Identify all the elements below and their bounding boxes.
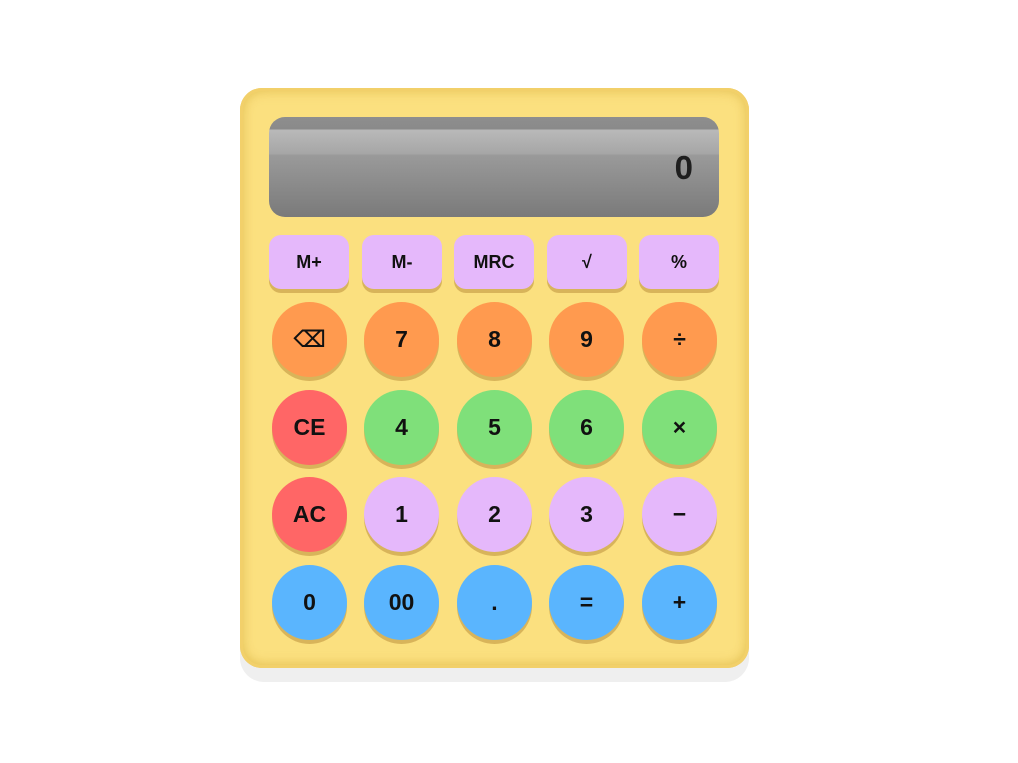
backspace-button[interactable]: ⌫ bbox=[272, 302, 347, 377]
add-button[interactable]: + bbox=[642, 565, 717, 640]
digit-5-button[interactable]: 5 bbox=[457, 390, 532, 465]
multiply-button[interactable]: × bbox=[642, 390, 717, 465]
digit-2-button[interactable]: 2 bbox=[457, 477, 532, 552]
digit-9-button[interactable]: 9 bbox=[549, 302, 624, 377]
all-clear-button[interactable]: AC bbox=[272, 477, 347, 552]
display-value: 0 bbox=[674, 149, 693, 186]
subtract-button[interactable]: − bbox=[642, 477, 717, 552]
digit-3-button[interactable]: 3 bbox=[549, 477, 624, 552]
digit-8-button[interactable]: 8 bbox=[457, 302, 532, 377]
double-zero-button[interactable]: 00 bbox=[364, 565, 439, 640]
memory-subtract-button[interactable]: M- bbox=[362, 235, 442, 289]
digit-6-button[interactable]: 6 bbox=[549, 390, 624, 465]
digit-1-button[interactable]: 1 bbox=[364, 477, 439, 552]
divide-button[interactable]: ÷ bbox=[642, 302, 717, 377]
square-root-button[interactable]: √ bbox=[547, 235, 627, 289]
digit-7-button[interactable]: 7 bbox=[364, 302, 439, 377]
decimal-point-button[interactable]: . bbox=[457, 565, 532, 640]
digit-0-button[interactable]: 0 bbox=[272, 565, 347, 640]
clear-entry-button[interactable]: CE bbox=[272, 390, 347, 465]
memory-add-button[interactable]: M+ bbox=[269, 235, 349, 289]
memory-recall-clear-button[interactable]: MRC bbox=[454, 235, 534, 289]
digit-4-button[interactable]: 4 bbox=[364, 390, 439, 465]
equals-button[interactable]: = bbox=[549, 565, 624, 640]
calculator-display: 0 bbox=[269, 117, 719, 217]
percent-button[interactable]: % bbox=[639, 235, 719, 289]
calculator: 0 M+ M- MRC √ % ⌫ 7 8 9 ÷ CE 4 5 6 × AC … bbox=[240, 88, 749, 668]
